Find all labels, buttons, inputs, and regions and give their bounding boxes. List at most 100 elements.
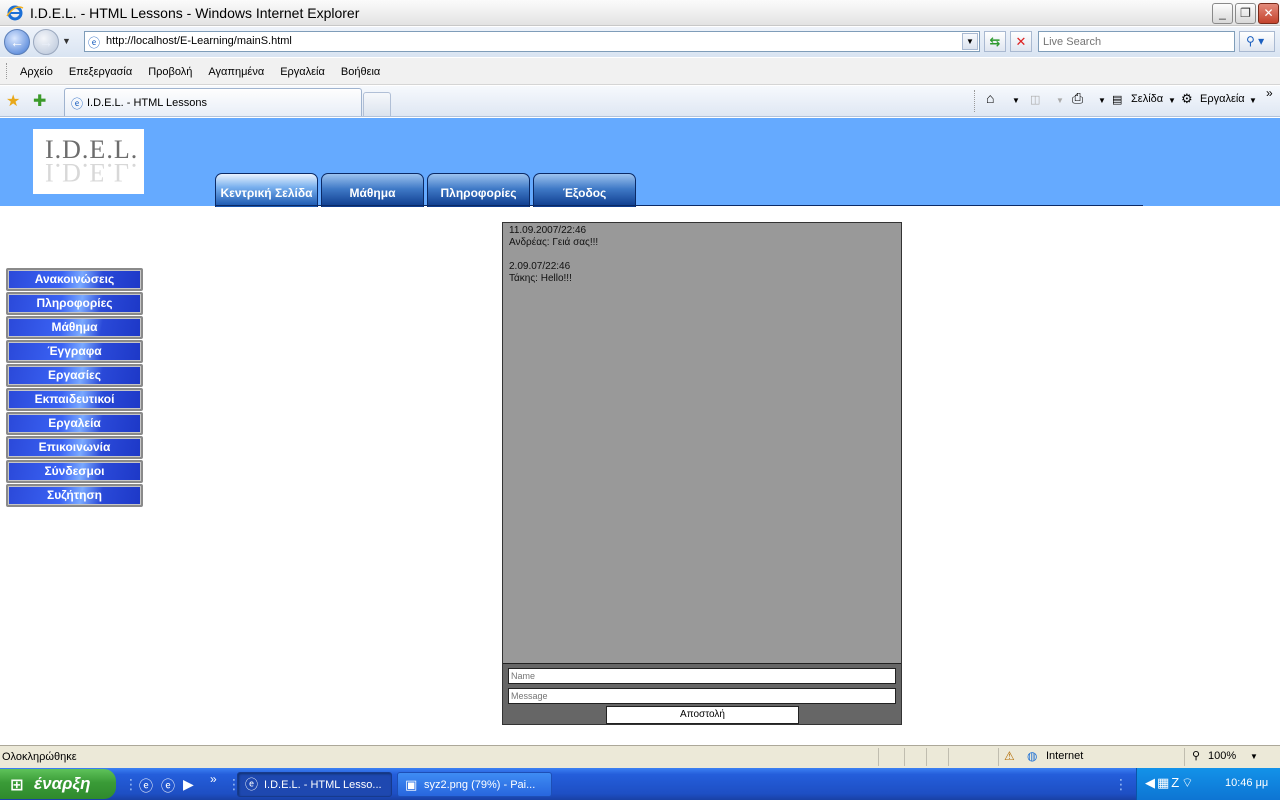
print-icon[interactable]: ⎙ [1072, 90, 1083, 107]
tools-dropdown-icon[interactable]: ▼ [1249, 96, 1257, 105]
status-divider [948, 748, 949, 766]
page-menu-dropdown-icon[interactable]: ▼ [1168, 96, 1176, 105]
tab-toolbar: ★ ✚ ⓔ I.D.E.L. - HTML Lessons ⌂ ▼ ◫ ▼ ⎙ … [0, 86, 1280, 117]
windows-flag-icon: ⊞ [10, 777, 24, 794]
chat-name-input[interactable] [508, 668, 896, 684]
side-menu-contact[interactable]: Επικοινωνία [6, 436, 143, 459]
new-tab-button[interactable] [363, 92, 391, 116]
refresh-icon: ⇆ [989, 34, 1001, 49]
menu-file[interactable]: Αρχείο [20, 66, 53, 78]
nav-tab-info[interactable]: Πληροφορίες [427, 173, 530, 207]
recent-pages-dropdown-icon[interactable]: ▼ [62, 36, 71, 46]
add-favorites-icon[interactable]: ✚ [33, 91, 46, 111]
site-logo[interactable]: I.D.E.L. I.D.E.L. [33, 129, 144, 194]
zoom-level[interactable]: 100% [1208, 750, 1236, 762]
quicklaunch-browser-icon[interactable]: ⓔ [161, 776, 175, 796]
page-menu-icon: ▤ [1112, 94, 1123, 106]
menu-help[interactable]: Βοήθεια [341, 66, 380, 78]
home-icon[interactable]: ⌂ [986, 90, 994, 106]
search-box[interactable] [1038, 31, 1235, 52]
clock[interactable]: 10:46 μμ [1225, 777, 1268, 789]
feeds-icon[interactable]: ◫ [1030, 93, 1040, 106]
side-menu-announcements[interactable]: Ανακοινώσεις [6, 268, 143, 291]
search-icon: ⚲ ▾ [1246, 34, 1265, 48]
chat-message-text: Ανδρέας: Γειά σας!!! [509, 237, 599, 248]
back-arrow-icon: ← [10, 34, 24, 50]
site-header: I.D.E.L. I.D.E.L. Κεντρική Σελίδα Μάθημα… [0, 118, 1280, 207]
tools-menu[interactable]: Εργαλεία [1200, 93, 1245, 105]
start-button[interactable]: ⊞ έναρξη [0, 769, 116, 799]
menu-bar: Αρχείο Επεξεργασία Προβολή Αγαπημένα Εργ… [0, 58, 1280, 85]
maximize-button[interactable]: ❐ [1235, 3, 1256, 24]
taskbar-item-label: syz2.png (79%) - Pai... [424, 779, 536, 791]
chat-message-time: 11.09.2007/22:46 [509, 225, 587, 236]
feeds-dropdown-icon[interactable]: ▼ [1056, 96, 1064, 105]
quicklaunch-media-icon[interactable]: ▶ [183, 776, 194, 793]
menu-tools[interactable]: Εργαλεία [280, 66, 325, 78]
nav-tab-home[interactable]: Κεντρική Σελίδα [215, 173, 318, 207]
minimize-button[interactable]: _ [1212, 3, 1233, 24]
tab-page-icon: ⓔ [71, 97, 84, 111]
forward-button[interactable]: → [33, 29, 59, 55]
search-button[interactable]: ⚲ ▾ [1239, 31, 1275, 52]
status-divider [904, 748, 905, 766]
address-dropdown-icon[interactable]: ▼ [962, 33, 978, 50]
chat-message-text: Τάκης: Hello!!! [509, 273, 572, 284]
chevron-more-icon[interactable]: » [1266, 86, 1273, 100]
page-icon: ⓔ [88, 36, 101, 50]
side-menu-documents[interactable]: Έγγραφα [6, 340, 143, 363]
ie-logo-icon [6, 4, 24, 22]
toolbar-separator [974, 90, 975, 112]
stop-button[interactable]: ✕ [1010, 31, 1032, 52]
chat-message-input[interactable] [508, 688, 896, 704]
status-divider [998, 748, 999, 766]
address-bar[interactable]: ⓔ http://localhost/E-Learning/mainS.html… [84, 31, 980, 52]
chat-send-button[interactable]: Αποστολή [606, 706, 799, 724]
zoom-dropdown-icon[interactable]: ▼ [1250, 752, 1258, 761]
start-label: έναρξη [34, 774, 91, 793]
side-menu-tools[interactable]: Εργαλεία [6, 412, 143, 435]
menu-edit[interactable]: Επεξεργασία [69, 66, 132, 78]
protected-mode-icon[interactable]: ⚠ [1004, 749, 1015, 763]
chat-message: 11.09.2007/22:46 Ανδρέας: Γειά σας!!! [509, 225, 895, 249]
refresh-button[interactable]: ⇆ [984, 31, 1006, 52]
forward-arrow-icon: → [39, 34, 53, 50]
search-input[interactable] [1043, 33, 1233, 51]
side-menu-discussion[interactable]: Συζήτηση [6, 484, 143, 507]
side-menu-links[interactable]: Σύνδεσμοι [6, 460, 143, 483]
chat-message: 2.09.07/22:46 Τάκης: Hello!!! [509, 261, 895, 285]
toolbar-grip[interactable] [6, 63, 9, 79]
zoom-icon: ⚲ [1192, 750, 1201, 762]
status-divider [926, 748, 927, 766]
status-divider [1184, 748, 1185, 766]
taskbar-item-paint[interactable]: ▣ syz2.png (79%) - Pai... [397, 772, 552, 797]
taskbar: ⊞ έναρξη ⋮ ⓔ ⓔ ▶ » ⋮ ⓔ I.D.E.L. - HTML L… [0, 768, 1280, 800]
chat-form: Αποστολή [503, 663, 901, 724]
print-dropdown-icon[interactable]: ▼ [1098, 96, 1106, 105]
quicklaunch-ie-icon[interactable]: ⓔ [139, 776, 153, 796]
security-zone[interactable]: Internet [1046, 750, 1083, 762]
side-menu-teachers[interactable]: Εκπαιδευτικοί [6, 388, 143, 411]
side-menu-lesson[interactable]: Μάθημα [6, 316, 143, 339]
nav-tab-exit[interactable]: Έξοδος [533, 173, 636, 207]
status-divider [878, 748, 879, 766]
side-menu-information[interactable]: Πληροφορίες [6, 292, 143, 315]
quicklaunch-more-icon[interactable]: » [210, 772, 217, 786]
nav-tab-lesson[interactable]: Μάθημα [321, 173, 424, 207]
stop-icon: ✕ [1015, 34, 1027, 49]
taskbar-item-ie[interactable]: ⓔ I.D.E.L. - HTML Lesso... [237, 772, 392, 797]
page-menu[interactable]: Σελίδα [1131, 93, 1163, 105]
tray-icons[interactable]: ◀▦Z⌔ [1145, 775, 1195, 791]
side-menu-assignments[interactable]: Εργασίες [6, 364, 143, 387]
favorites-star-icon[interactable]: ★ [6, 91, 20, 111]
internet-zone-icon: ◍ [1027, 749, 1038, 763]
menu-view[interactable]: Προβολή [148, 66, 192, 78]
close-window-button[interactable]: ✕ [1258, 3, 1279, 24]
menu-favorites[interactable]: Αγαπημένα [208, 66, 264, 78]
tab-title: I.D.E.L. - HTML Lessons [87, 97, 208, 109]
address-url[interactable]: http://localhost/E-Learning/mainS.html [106, 35, 292, 47]
tab-active[interactable]: ⓔ I.D.E.L. - HTML Lessons [64, 88, 362, 116]
home-dropdown-icon[interactable]: ▼ [1012, 96, 1020, 105]
back-button[interactable]: ← [4, 29, 30, 55]
header-divider [215, 205, 1143, 206]
